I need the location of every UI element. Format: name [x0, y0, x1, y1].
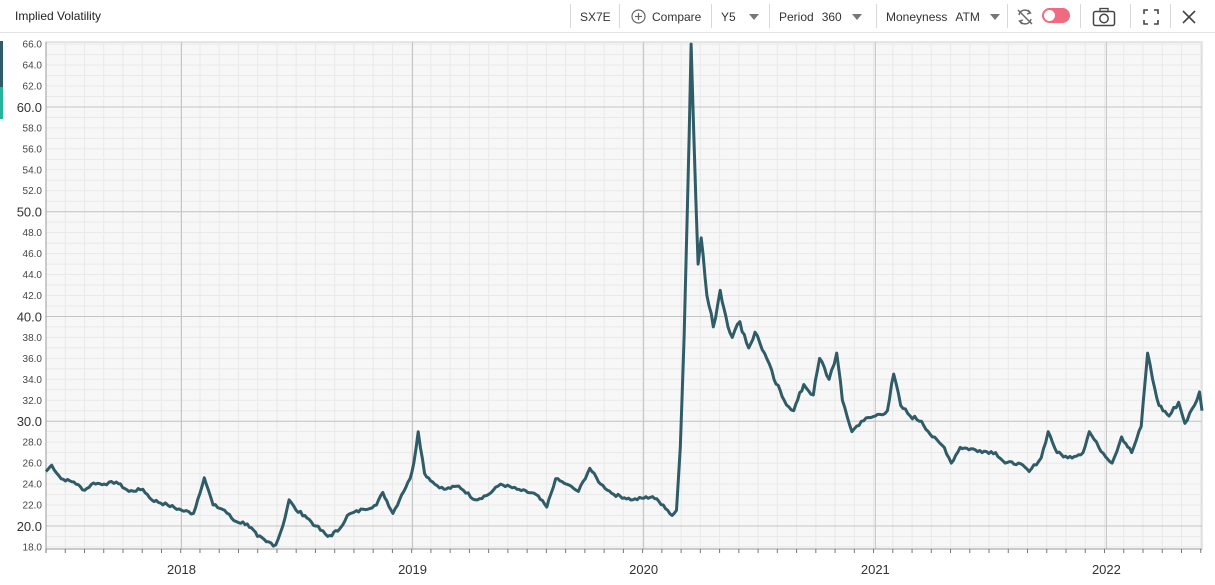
y-tick-label: 56.0	[23, 144, 43, 155]
y-tick-label: 40.0	[17, 309, 42, 324]
y-tick-label: 24.0	[23, 480, 43, 491]
tenor-dropdown[interactable]: Y5	[721, 0, 759, 33]
toggle-knob	[1044, 10, 1055, 21]
y-tick-label: 58.0	[23, 123, 43, 134]
moneyness-value: ATM	[955, 9, 980, 24]
fullscreen-button[interactable]	[1140, 0, 1162, 33]
y-tick-label: 32.0	[23, 396, 43, 407]
moneyness-label: Moneyness	[886, 9, 948, 24]
y-tick-label: 34.0	[23, 375, 43, 386]
sync-toggle-button[interactable]	[1014, 0, 1036, 33]
y-tick-label: 50.0	[17, 205, 42, 220]
toolbar-divider	[1080, 4, 1081, 28]
toolbar-divider	[570, 4, 571, 28]
y-tick-label: 28.0	[23, 438, 43, 449]
toolbar-divider	[769, 4, 770, 28]
y-tick-label: 62.0	[23, 81, 43, 92]
chevron-down-icon	[748, 13, 759, 20]
y-tick-label: 18.0	[23, 542, 43, 553]
period-value: 360	[821, 9, 842, 24]
moneyness-dropdown[interactable]: Moneyness ATM	[886, 0, 1000, 33]
x-tick-label: 2018	[167, 562, 196, 577]
close-button[interactable]	[1178, 0, 1200, 33]
toolbar-divider	[619, 4, 620, 28]
y-tick-label: 46.0	[23, 249, 43, 260]
y-tick-label: 66.0	[23, 40, 43, 51]
y-tick-label: 20.0	[17, 519, 42, 534]
chart-toolbar: Implied Volatility SX7E Compare Y5 Perio…	[0, 0, 1215, 33]
implied-volatility-chart[interactable]: 20.0 30.0 40.0 50.0 60.0 18.0 22.0 24.0 26.0 28.0…	[0, 33, 1215, 585]
toolbar-divider	[1170, 4, 1171, 28]
ticker-selector[interactable]: SX7E	[580, 0, 611, 33]
toolbar-divider	[1130, 4, 1131, 28]
x-tick-label: 2022	[1092, 562, 1121, 577]
chevron-down-icon	[851, 13, 862, 20]
tenor-value: Y5	[721, 9, 736, 24]
sync-off-icon	[1017, 8, 1033, 25]
close-icon	[1182, 9, 1196, 24]
y-tick-label: 48.0	[23, 228, 43, 239]
y-tick-label: 36.0	[23, 354, 43, 365]
y-tick-label: 38.0	[23, 333, 43, 344]
toolbar-divider	[876, 4, 877, 28]
y-tick-label: 42.0	[23, 291, 43, 302]
y-tick-label: 44.0	[23, 270, 43, 281]
compare-button[interactable]: Compare	[631, 0, 701, 33]
y-tick-label: 22.0	[23, 501, 43, 512]
camera-icon	[1092, 7, 1116, 26]
y-tick-label: 60.0	[17, 100, 42, 115]
period-dropdown[interactable]: Period 360	[779, 0, 862, 33]
screenshot-button[interactable]	[1090, 0, 1118, 33]
y-tick-label: 52.0	[23, 186, 43, 197]
x-tick-label: 2021	[861, 562, 890, 577]
y-tick-label: 30.0	[17, 414, 42, 429]
ticker-label: SX7E	[580, 9, 611, 24]
toolbar-divider	[1007, 4, 1008, 28]
toggle-switch[interactable]	[1042, 8, 1070, 23]
compare-label: Compare	[652, 9, 702, 24]
y-tick-label: 64.0	[23, 61, 43, 72]
chevron-down-icon	[989, 13, 1000, 20]
y-tick-label: 54.0	[23, 165, 43, 176]
chart-title: Implied Volatility	[15, 9, 102, 23]
x-tick-label: 2019	[398, 562, 427, 577]
fullscreen-icon	[1143, 8, 1159, 25]
x-tick-label: 2020	[629, 562, 658, 577]
plus-circle-icon	[631, 9, 646, 24]
period-label: Period	[779, 9, 814, 24]
toolbar-divider	[711, 4, 712, 28]
y-tick-label: 26.0	[23, 459, 43, 470]
